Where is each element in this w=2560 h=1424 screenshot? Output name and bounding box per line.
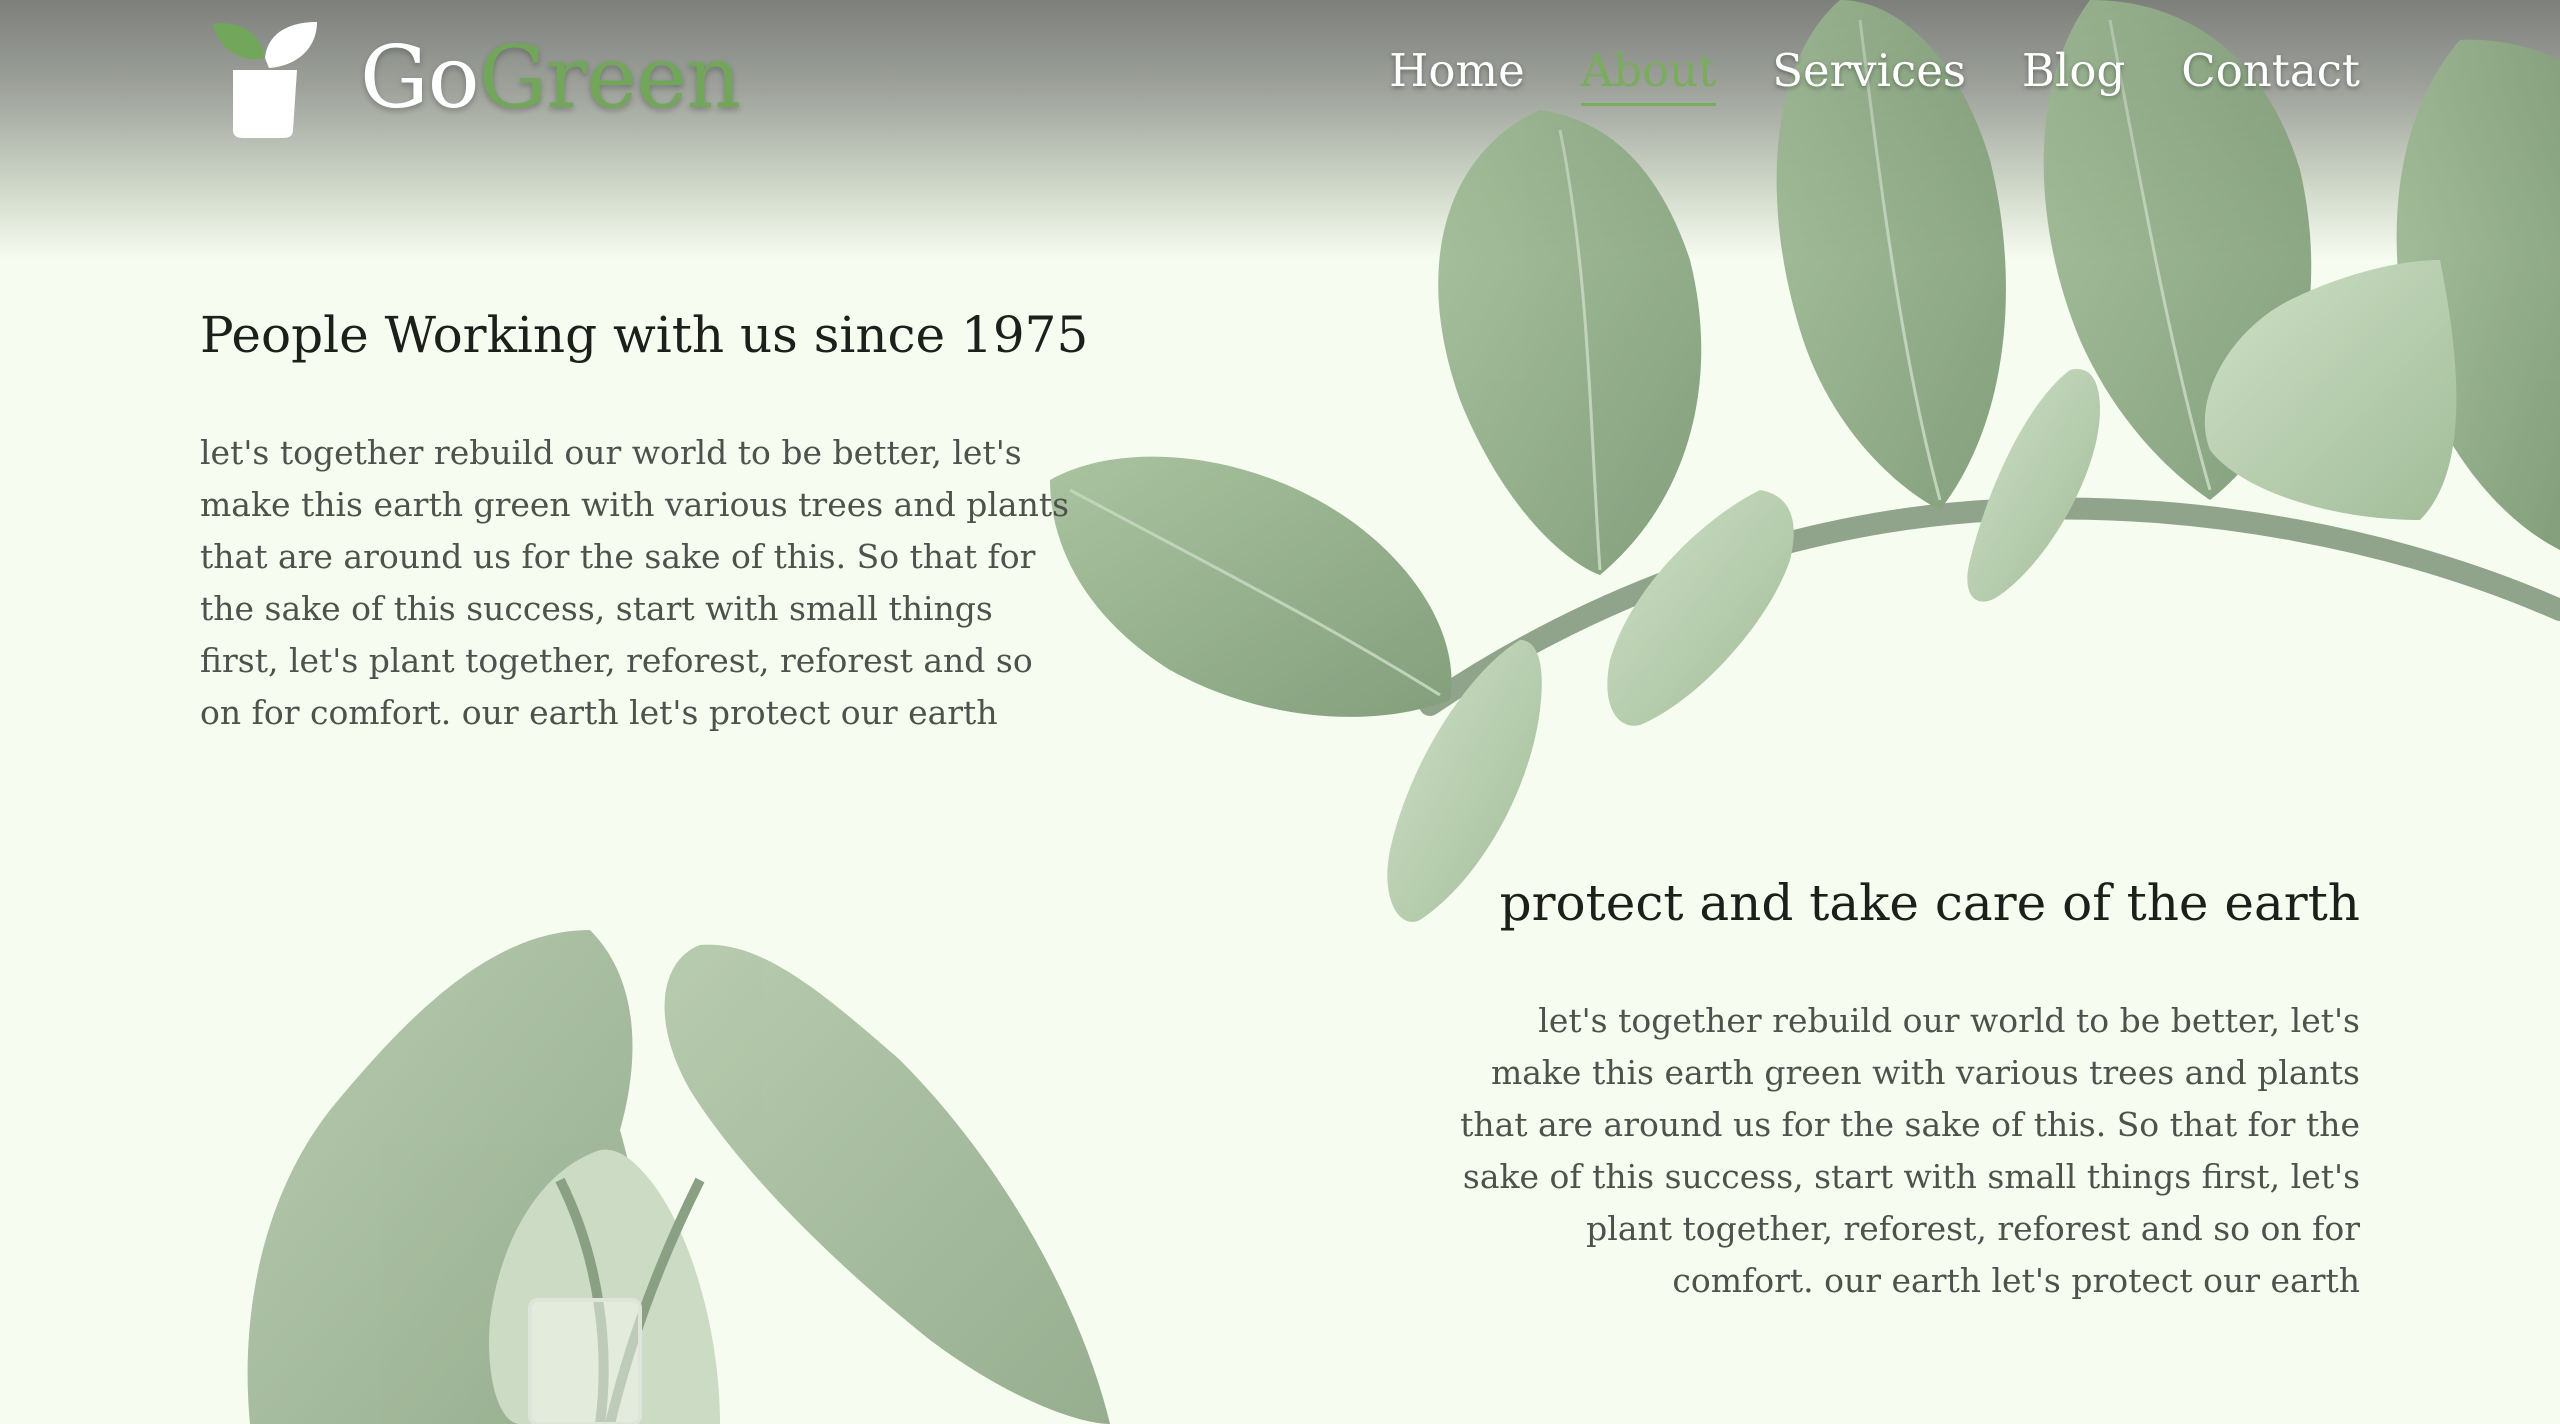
section-paragraph: let's together rebuild our world to be b… bbox=[200, 433, 1070, 732]
brand-name-green: Green bbox=[478, 28, 741, 128]
section-paragraph: let's together rebuild our world to be b… bbox=[1460, 1001, 2360, 1300]
brand-name: GoGreen bbox=[360, 35, 741, 121]
section-heading: protect and take care of the earth bbox=[1499, 874, 2360, 932]
nav-contact[interactable]: Contact bbox=[2181, 44, 2360, 106]
about-section-mission: protect and take care of the earth let's… bbox=[1440, 873, 2360, 1307]
nav-services[interactable]: Services bbox=[1772, 44, 1966, 106]
nav-blog[interactable]: Blog bbox=[2022, 44, 2125, 106]
about-section-history: People Working with us since 1975 let's … bbox=[200, 305, 1089, 739]
nav-about[interactable]: About bbox=[1580, 44, 1717, 106]
nav-home[interactable]: Home bbox=[1389, 44, 1525, 106]
page: GoGreen Home About Services Blog Contact… bbox=[0, 0, 2560, 1424]
plant-pot-icon bbox=[213, 22, 317, 138]
main-nav: Home About Services Blog Contact bbox=[1389, 44, 2360, 106]
brand-name-go: Go bbox=[360, 28, 479, 128]
section-heading: People Working with us since 1975 bbox=[200, 306, 1089, 364]
logo[interactable]: GoGreen bbox=[205, 18, 741, 138]
